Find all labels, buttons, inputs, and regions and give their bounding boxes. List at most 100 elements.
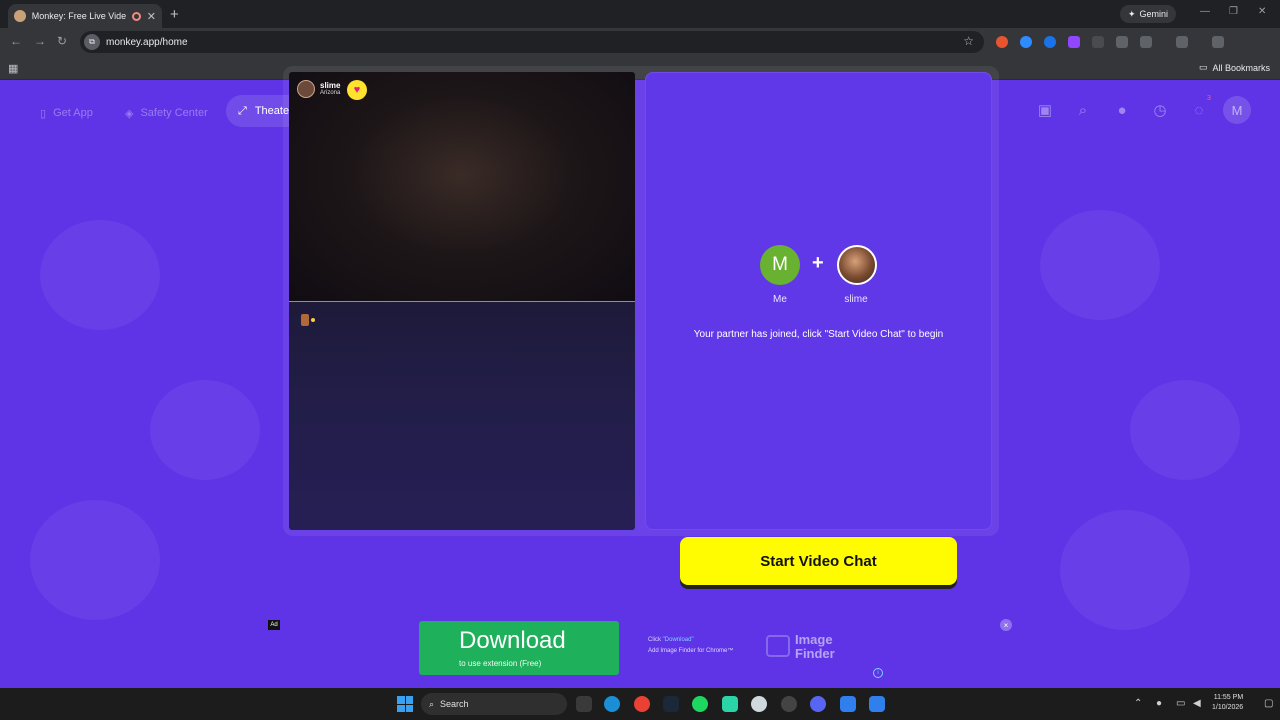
all-bookmarks-label: All Bookmarks (1212, 62, 1270, 73)
extension-blue-icon[interactable] (1020, 36, 1032, 48)
app-clock-icon[interactable] (781, 696, 797, 712)
background-blob (40, 220, 160, 330)
notifications-icon[interactable]: ▢ (1264, 698, 1273, 709)
extension-ac-icon[interactable] (1116, 36, 1128, 48)
windows-taskbar: ⌕ Search ⌃ ● ▭ ◀ 11:55 PM 1/10/2026 ▢ (0, 688, 1280, 720)
address-bar[interactable]: ⧉ monkey.app/home ☆ (80, 31, 984, 53)
phone-icon: ▯ (40, 107, 47, 120)
clock-date: 1/10/2026 (1212, 704, 1244, 711)
minimize-icon[interactable]: — (1200, 6, 1210, 17)
plus-icon: + (812, 252, 824, 274)
expand-icon: ⤢ (238, 104, 247, 117)
partner-tag[interactable]: slime Arizona (297, 80, 340, 98)
tab-title: Monkey: Free Live Video Ch (31, 11, 126, 21)
download-ad-button[interactable]: Download to use extension (Free) (419, 621, 619, 675)
ad-add-instruction: Add Image Finder for Chrome™ (648, 648, 734, 654)
partner-joined-message: Your partner has joined, click "Start Vi… (693, 329, 944, 340)
taskbar-search[interactable]: ⌕ Search (421, 693, 567, 715)
all-bookmarks-button[interactable]: ▭ All Bookmarks (1199, 62, 1270, 73)
maximize-icon[interactable]: ❐ (1229, 6, 1238, 17)
bookmark-star-icon[interactable]: ☆ (963, 34, 974, 48)
background-blob (1130, 380, 1240, 480)
folder-icon: ▭ (1198, 62, 1208, 72)
browser-toolbar: ← → ↻ ⧉ monkey.app/home ☆ M ⋮ (0, 28, 1280, 77)
close-window-icon[interactable]: ✕ (1258, 6, 1266, 17)
image-finder-logo-icon (766, 635, 790, 657)
download-ad-title: Download (459, 627, 566, 654)
avatar-icon[interactable]: ● (1112, 100, 1132, 120)
system-clock[interactable]: 11:55 PM 1/10/2026 (1212, 693, 1243, 713)
discord-icon[interactable] (810, 696, 826, 712)
monkey-favicon-icon (14, 10, 26, 22)
gemini-button[interactable]: ✦ Gemini (1120, 5, 1177, 23)
app-green-icon[interactable] (722, 696, 738, 712)
partner-label: slime (844, 294, 868, 305)
partner-avatar-large (837, 245, 877, 285)
back-icon[interactable]: ← (10, 34, 22, 48)
ad-download-word: "Download" (662, 637, 694, 643)
safety-center-label: Safety Center (140, 107, 208, 119)
chrome-icon[interactable] (634, 696, 650, 712)
start-video-chat-button[interactable]: Start Video Chat (680, 537, 957, 585)
background-blob (1040, 210, 1160, 320)
taskbar-search-label: Search (440, 699, 469, 709)
extension-infinity-icon[interactable] (1044, 36, 1056, 48)
steam-icon[interactable] (663, 696, 679, 712)
history-icon[interactable]: ◷ (1150, 100, 1170, 120)
match-pair: M + (760, 245, 880, 285)
image-finder-brand[interactable]: Image Finder (795, 633, 835, 661)
ad-info-icon[interactable]: i (873, 668, 883, 678)
search-icon[interactable]: ⌕ (1073, 100, 1093, 120)
forward-icon[interactable]: → (34, 34, 46, 48)
ad-close-button[interactable]: × (1000, 619, 1012, 631)
browser-tab-bar: Monkey: Free Live Video Ch ✕ + ✦ Gemini … (0, 0, 1280, 28)
partner-video: slime Arizona ♥ (289, 72, 635, 301)
task-view-icon[interactable] (576, 696, 592, 712)
apps-grid-icon[interactable]: ▦ (8, 62, 18, 75)
ccleaner-icon[interactable] (751, 696, 767, 712)
ad-label: Ad (268, 620, 280, 630)
my-profile-avatar[interactable]: M (1223, 96, 1251, 124)
heart-icon[interactable]: ♥ (347, 80, 367, 100)
browser-tab[interactable]: Monkey: Free Live Video Ch ✕ (8, 4, 162, 28)
download-ad-subtitle: to use extension (Free) (459, 659, 542, 668)
brand-line-2: Finder (795, 646, 835, 661)
app-blue-2-icon[interactable] (869, 696, 885, 712)
shop-icon[interactable]: ▣ (1035, 100, 1055, 120)
background-blob (1060, 510, 1190, 630)
search-icon: ⌕ (429, 698, 435, 709)
messages-badge: 3 (1207, 95, 1211, 102)
get-app-link[interactable]: ▯ Get App (40, 98, 93, 128)
me-avatar: M (760, 245, 800, 285)
extensions-puzzle-icon[interactable] (1140, 36, 1152, 48)
recording-icon (131, 11, 141, 21)
extension-grey-icon[interactable] (1092, 36, 1104, 48)
spotify-icon[interactable] (692, 696, 708, 712)
network-icon[interactable]: ▭ (1176, 698, 1185, 709)
get-app-label: Get App (53, 107, 93, 119)
me-label: Me (773, 294, 787, 305)
safety-center-link[interactable]: ◈ Safety Center (125, 98, 208, 128)
app-blue-icon[interactable] (840, 696, 856, 712)
screen-share-icon[interactable] (1176, 36, 1188, 48)
close-tab-icon[interactable]: ✕ (147, 10, 156, 23)
microphone-icon[interactable]: ● (1156, 698, 1162, 709)
edge-icon[interactable] (604, 696, 620, 712)
volume-icon[interactable]: ◀ (1193, 698, 1201, 709)
media-control-icon[interactable] (1212, 36, 1224, 48)
reload-icon[interactable]: ↻ (57, 34, 67, 48)
extension-fire-icon[interactable] (996, 36, 1008, 48)
new-tab-button[interactable]: + (170, 6, 179, 23)
shield-icon: ◈ (125, 107, 134, 120)
url-text: monkey.app/home (106, 36, 188, 48)
extension-twitch-icon[interactable] (1068, 36, 1080, 48)
windows-start-icon[interactable] (397, 696, 413, 712)
background-blob (30, 500, 160, 620)
messages-icon[interactable]: ◌ (1189, 100, 1209, 120)
partner-name: slime (320, 81, 341, 90)
gemini-label: Gemini (1139, 9, 1169, 19)
site-info-icon[interactable]: ⧉ (84, 34, 100, 50)
partner-avatar (297, 80, 315, 98)
tray-chevron-icon[interactable]: ⌃ (1134, 698, 1142, 709)
ad-click-instruction: Click "Download" (648, 637, 694, 643)
